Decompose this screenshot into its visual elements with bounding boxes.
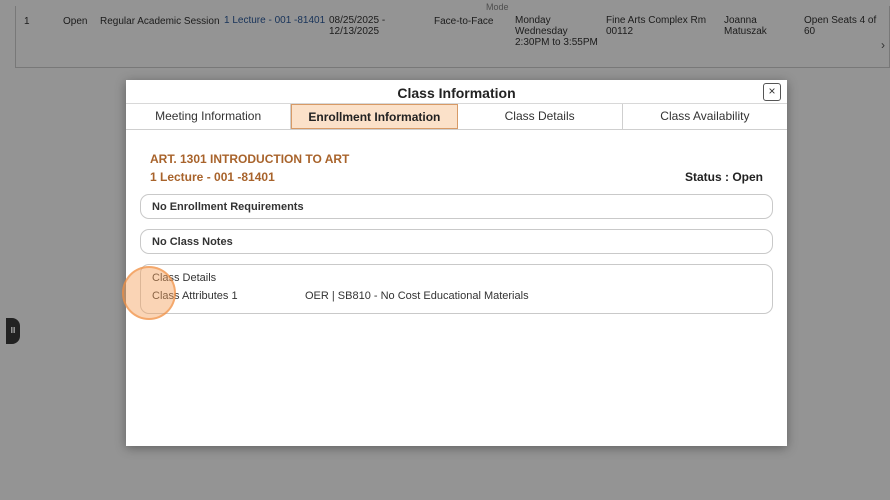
- class-notes-panel: No Class Notes: [140, 229, 773, 254]
- course-title: ART. 1301 INTRODUCTION TO ART: [150, 152, 350, 166]
- modal-tabs: Meeting Information Enrollment Informati…: [126, 104, 787, 130]
- class-attributes-label: Class Attributes 1: [152, 290, 238, 302]
- tab-enrollment-information[interactable]: Enrollment Information: [291, 104, 458, 129]
- enrollment-requirements-text: No Enrollment Requirements: [152, 201, 304, 213]
- tab-class-details[interactable]: Class Details: [458, 104, 623, 129]
- side-panel-handle-icon[interactable]: II: [6, 318, 20, 344]
- modal-title: Class Information: [397, 85, 516, 101]
- enrollment-requirements-panel: No Enrollment Requirements: [140, 194, 773, 219]
- section-label: 1 Lecture - 001 -81401: [150, 170, 275, 184]
- class-attributes-value: OER | SB810 - No Cost Educational Materi…: [305, 290, 529, 302]
- class-details-panel: Class Details Class Attributes 1 OER | S…: [140, 264, 773, 314]
- status-badge: Status : Open: [684, 170, 763, 184]
- class-details-heading: Class Details: [152, 272, 217, 284]
- modal-header: Class Information ×: [126, 80, 787, 104]
- class-notes-text: No Class Notes: [152, 236, 233, 248]
- class-information-modal: Class Information × Meeting Information …: [126, 80, 787, 446]
- tab-meeting-information[interactable]: Meeting Information: [126, 104, 292, 129]
- close-icon[interactable]: ×: [763, 83, 781, 101]
- tab-class-availability[interactable]: Class Availability: [623, 104, 787, 129]
